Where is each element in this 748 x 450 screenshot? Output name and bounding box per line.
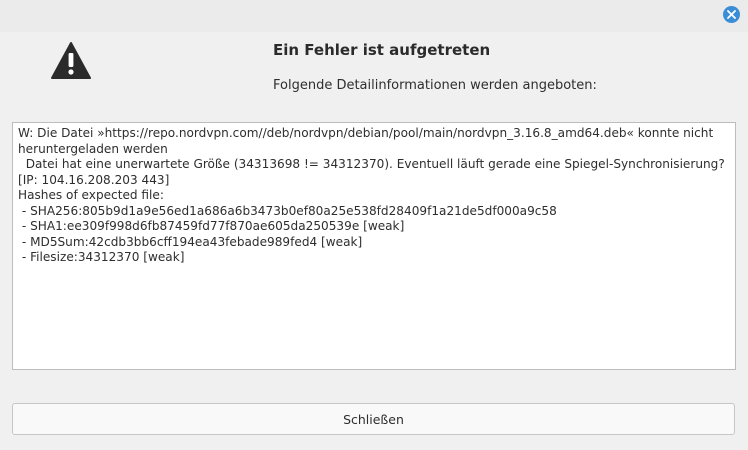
close-button[interactable]: Schließen <box>12 403 735 435</box>
details-line: - MD5Sum:42cdb3bb6cff194ea43febade989fed… <box>18 234 363 249</box>
error-dialog: Ein Fehler ist aufgetreten Folgende Deta… <box>0 0 748 450</box>
details-line: W: Die Datei »https://repo.nordvpn.com//… <box>18 126 718 156</box>
details-line: - SHA1:ee309f998d6fb87459fd77f870ae605da… <box>18 219 405 233</box>
close-icon <box>727 10 736 19</box>
window-close-button[interactable] <box>723 6 740 23</box>
warning-icon <box>51 41 91 81</box>
details-line: Hashes of expected file: <box>18 188 164 202</box>
details-line: - SHA256:805b9d1a9e56ed1a686a6b3473b0ef8… <box>18 203 557 218</box>
title-bar <box>0 0 748 32</box>
dialog-subtitle: Folgende Detailinformationen werden ange… <box>273 78 597 93</box>
dialog-title: Ein Fehler ist aufgetreten <box>273 41 491 59</box>
details-line: Datei hat eine unerwartete Größe (343136… <box>18 157 729 187</box>
details-line: - Filesize:34312370 [weak] <box>18 250 185 264</box>
details-text-area[interactable]: W: Die Datei »https://repo.nordvpn.com//… <box>12 122 736 370</box>
